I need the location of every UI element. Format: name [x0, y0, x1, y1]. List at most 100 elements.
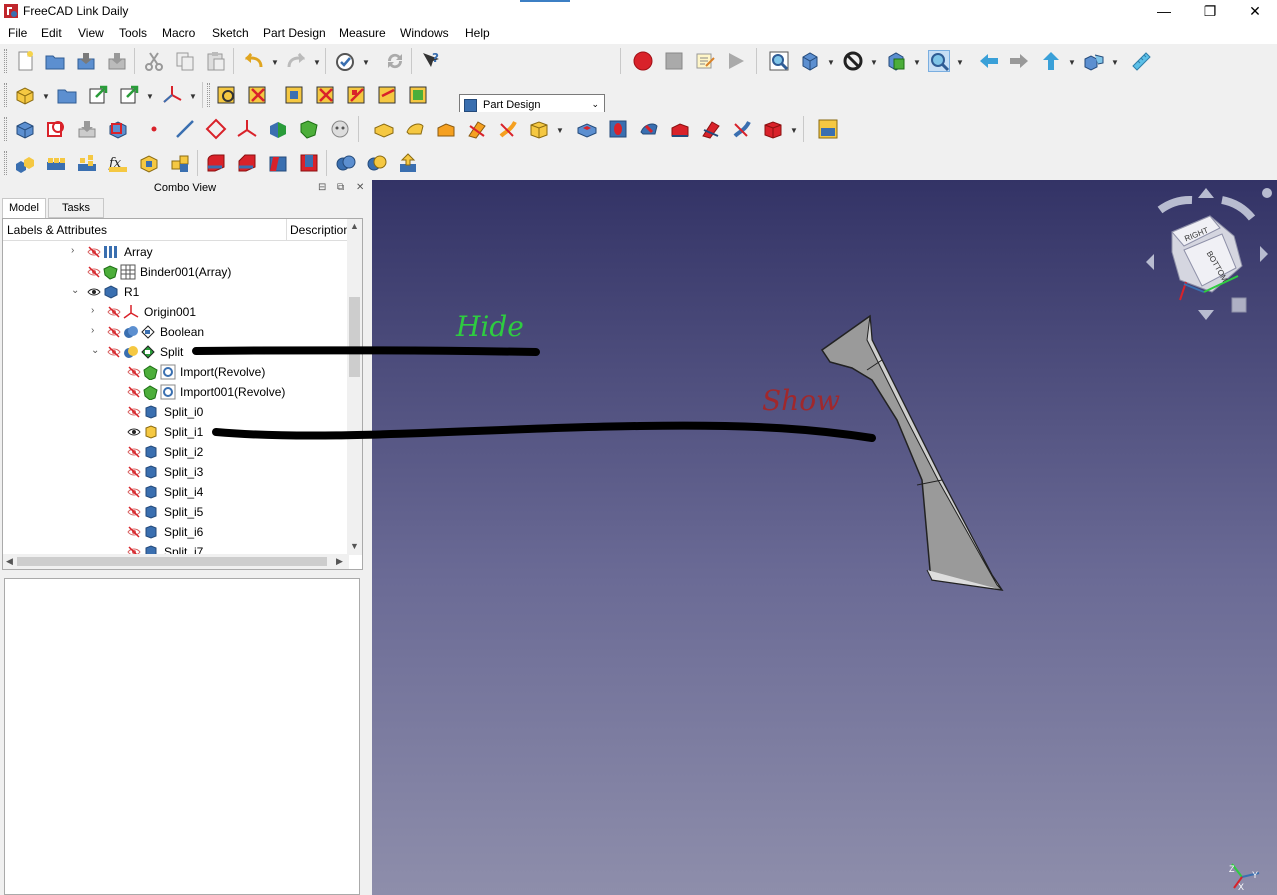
- up-arrow-icon[interactable]: [1040, 50, 1062, 72]
- tree-row[interactable]: › Boolean: [3, 322, 349, 342]
- pocket-icon[interactable]: [576, 118, 598, 140]
- open-document-icon[interactable]: [44, 50, 66, 72]
- select-filter-4-icon[interactable]: [315, 84, 337, 106]
- draw-style-icon[interactable]: [842, 50, 864, 72]
- boolean-operation-icon[interactable]: [335, 152, 357, 174]
- datum-dropdown-arrow[interactable]: ▼: [189, 92, 197, 101]
- pad-icon[interactable]: [373, 118, 395, 140]
- view-isometric-icon[interactable]: [799, 50, 821, 72]
- multi-transform-icon[interactable]: [169, 152, 191, 174]
- macro-record-icon[interactable]: [632, 50, 654, 72]
- select-filter-7-icon[interactable]: [408, 84, 430, 106]
- hidden-eye-icon[interactable]: [127, 405, 141, 419]
- split-operation-icon[interactable]: [366, 152, 388, 174]
- hidden-eye-icon[interactable]: [87, 245, 101, 259]
- undo-dropdown-arrow[interactable]: ▼: [271, 58, 279, 67]
- back-arrow-icon[interactable]: [978, 50, 1000, 72]
- expand-arrow-icon[interactable]: ›: [91, 325, 94, 336]
- tree-vertical-scrollbar[interactable]: ▲ ▼: [347, 219, 362, 555]
- scroll-down-arrow-icon[interactable]: ▼: [350, 541, 359, 551]
- nav-menu-icon[interactable]: [1262, 188, 1272, 198]
- hole-icon[interactable]: [607, 118, 629, 140]
- draw-style-dropdown-arrow[interactable]: ▼: [870, 58, 878, 67]
- create-group-icon[interactable]: [56, 84, 78, 106]
- hidden-eye-icon[interactable]: [127, 445, 141, 459]
- hidden-eye-icon[interactable]: [107, 345, 121, 359]
- paste-icon[interactable]: [205, 50, 227, 72]
- tree-row[interactable]: › Array: [3, 242, 349, 262]
- whats-this-icon[interactable]: ?: [420, 50, 442, 72]
- fit-all-icon[interactable]: [768, 50, 790, 72]
- panel-close-icon[interactable]: ✕: [356, 182, 364, 193]
- collapse-arrow-icon[interactable]: ⌄: [91, 345, 99, 356]
- std-views-icon[interactable]: [1083, 50, 1105, 72]
- redo-dropdown-arrow[interactable]: ▼: [313, 58, 321, 67]
- tree-horizontal-scrollbar[interactable]: ◀ ▶: [3, 554, 349, 569]
- panel-float-icon[interactable]: ⊟: [318, 182, 326, 193]
- hidden-eye-icon[interactable]: [127, 525, 141, 539]
- rotate-right-arrow-icon[interactable]: [1221, 196, 1256, 221]
- scroll-left-arrow-icon[interactable]: ◀: [6, 556, 13, 567]
- 3d-viewport[interactable]: Z Y X RIGHT BOTTOM: [372, 180, 1277, 895]
- forward-arrow-icon[interactable]: [1008, 50, 1030, 72]
- additive-helix-icon[interactable]: [497, 118, 519, 140]
- tree-row[interactable]: ⌄ R1: [3, 282, 349, 302]
- menu-windows[interactable]: Windows: [400, 26, 449, 40]
- menu-edit[interactable]: Edit: [41, 26, 62, 40]
- subtractive-helix-icon[interactable]: [731, 118, 753, 140]
- hidden-eye-icon[interactable]: [127, 465, 141, 479]
- macro-play-icon[interactable]: [725, 50, 747, 72]
- menu-view[interactable]: View: [78, 26, 104, 40]
- toolbar-grip[interactable]: [4, 151, 7, 175]
- recompute-icon[interactable]: [384, 50, 406, 72]
- new-document-icon[interactable]: [14, 50, 36, 72]
- bounding-box-dropdown-arrow[interactable]: ▼: [913, 58, 921, 67]
- select-filter-5-icon[interactable]: [346, 84, 368, 106]
- cut-icon[interactable]: [143, 50, 165, 72]
- tree-row[interactable]: Split_i6: [3, 522, 349, 542]
- local-cs-icon[interactable]: [236, 118, 258, 140]
- subtractive-primitive-dropdown-arrow[interactable]: ▼: [790, 126, 798, 135]
- std-views-dropdown-arrow[interactable]: ▼: [1111, 58, 1119, 67]
- scrollbar-thumb[interactable]: [349, 297, 360, 377]
- nav-down-arrow-icon[interactable]: [1198, 310, 1214, 320]
- hidden-eye-icon[interactable]: [107, 305, 121, 319]
- tree-row[interactable]: Split_i4: [3, 482, 349, 502]
- visibility-eye-icon[interactable]: [127, 425, 141, 439]
- tree-row[interactable]: Split_i3: [3, 462, 349, 482]
- menu-tools[interactable]: Tools: [119, 26, 147, 40]
- undo-icon[interactable]: [243, 50, 265, 72]
- create-part-icon[interactable]: [14, 84, 36, 106]
- toolbar-grip[interactable]: [4, 49, 7, 73]
- hidden-eye-icon[interactable]: [127, 365, 141, 379]
- shape-binder-icon[interactable]: [267, 118, 289, 140]
- chamfer-icon[interactable]: [236, 152, 258, 174]
- tree-row[interactable]: › Origin001: [3, 302, 349, 322]
- tree-row[interactable]: Split_i1: [3, 422, 349, 442]
- select-filter-6-icon[interactable]: [377, 84, 399, 106]
- create-body-icon[interactable]: [14, 118, 36, 140]
- nav-right-arrow-icon[interactable]: [1260, 246, 1268, 262]
- menu-file[interactable]: File: [8, 26, 27, 40]
- nav-up-arrow-icon[interactable]: [1198, 188, 1214, 198]
- toolbar-grip[interactable]: [4, 117, 7, 141]
- panel-undock-icon[interactable]: ⧉: [337, 182, 344, 193]
- toolbar-grip[interactable]: [207, 83, 210, 107]
- toolbar-grip[interactable]: [4, 83, 7, 107]
- additive-primitive-icon[interactable]: [528, 118, 550, 140]
- refresh-check-icon[interactable]: [334, 50, 356, 72]
- 3d-model-split-shape[interactable]: [820, 314, 1004, 591]
- tree-row[interactable]: Split_i5: [3, 502, 349, 522]
- tree-row[interactable]: Import(Revolve): [3, 362, 349, 382]
- save-as-icon[interactable]: [106, 50, 128, 72]
- select-filter-1-icon[interactable]: [216, 84, 238, 106]
- restore-button[interactable]: ❐: [1187, 0, 1233, 22]
- link-dropdown-arrow[interactable]: ▼: [146, 92, 154, 101]
- scaled-icon[interactable]: [138, 152, 160, 174]
- minimize-button[interactable]: —: [1141, 0, 1187, 22]
- bounding-box-icon[interactable]: [885, 50, 907, 72]
- tree-row[interactable]: ⌄ Split: [3, 342, 349, 362]
- select-filter-2-icon[interactable]: [247, 84, 269, 106]
- subtractive-primitive-icon[interactable]: [762, 118, 784, 140]
- expand-arrow-icon[interactable]: ›: [91, 305, 94, 316]
